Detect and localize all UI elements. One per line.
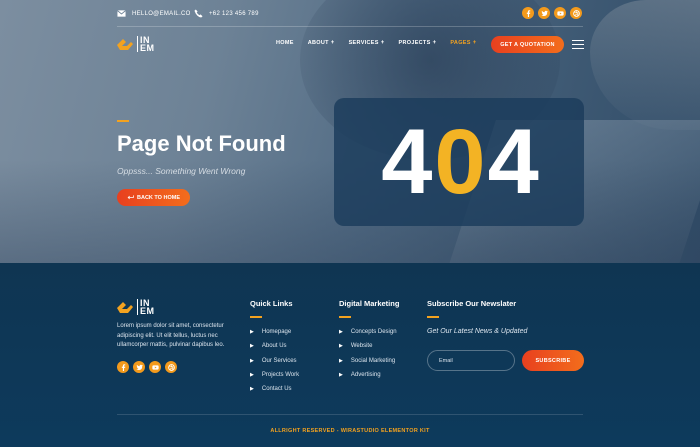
error-code-box: 4 0 4 xyxy=(334,98,584,226)
nav-item-pages[interactable]: PAGES + xyxy=(450,40,476,46)
logo-mark-icon xyxy=(117,301,133,313)
link-label: Advertising xyxy=(350,372,381,379)
logo-mark-icon xyxy=(117,38,133,50)
logo-wordmark: IN EM xyxy=(137,299,155,316)
hamburger-menu-icon[interactable] xyxy=(572,40,584,49)
twitter-icon[interactable] xyxy=(538,7,550,19)
twitter-icon[interactable] xyxy=(133,361,145,373)
phone-text: +62 123 456 789 xyxy=(209,10,259,17)
caret-right-icon: ▶ xyxy=(250,329,254,336)
email-text: HELLO@EMAIL.CO xyxy=(132,10,191,17)
column-accent-line xyxy=(427,316,439,318)
hamburger-line xyxy=(572,40,584,42)
error-digit: 4 xyxy=(487,111,539,213)
hamburger-line xyxy=(572,43,584,46)
footer-social xyxy=(117,361,177,373)
nav-item-projects[interactable]: PROJECTS + xyxy=(399,40,437,46)
nav-label: PAGES xyxy=(450,40,471,46)
mail-icon xyxy=(117,10,126,17)
link-label: Concepts Design xyxy=(350,329,397,336)
page-subtitle: Oppsss... Something Went Wrong xyxy=(117,166,246,176)
nav-item-about[interactable]: ABOUT + xyxy=(308,40,335,46)
dribbble-icon[interactable] xyxy=(165,361,177,373)
plus-icon: + xyxy=(432,40,437,46)
link-label: Social Marketing xyxy=(350,357,396,364)
link-label: Website xyxy=(350,343,373,350)
link-label: Our Services xyxy=(261,357,297,364)
logo[interactable]: IN EM xyxy=(117,36,155,53)
link-label: Homepage xyxy=(261,329,292,336)
nav-label: HOME xyxy=(276,40,294,46)
subscribe-button[interactable]: SUBSCRIBE xyxy=(522,350,584,371)
caret-right-icon: ▶ xyxy=(339,372,343,379)
column-accent-line xyxy=(250,316,262,318)
caret-right-icon: ▶ xyxy=(339,357,343,364)
hamburger-line xyxy=(572,47,584,49)
footer-link-website[interactable]: ▶ Website xyxy=(339,339,397,353)
return-arrow-icon xyxy=(127,195,134,200)
footer-link-about-us[interactable]: ▶ About Us xyxy=(250,339,299,353)
logo-text-bottom: EM xyxy=(140,43,155,53)
topbar-email[interactable]: HELLO@EMAIL.CO xyxy=(117,9,191,18)
error-digit: 4 xyxy=(381,111,432,213)
nav-item-home[interactable]: HOME xyxy=(276,40,294,46)
topbar-phone[interactable]: +62 123 456 789 xyxy=(194,9,259,18)
get-quotation-button[interactable]: GET A QUOTATION xyxy=(491,36,564,53)
footer-link-advertising[interactable]: ▶ Advertising xyxy=(339,368,397,382)
copyright-text: ALLRIGHT RESERVED - WIRASTUDIO ELEMENTOR… xyxy=(270,428,430,434)
footer-link-social-marketing[interactable]: ▶ Social Marketing xyxy=(339,354,397,368)
column-accent-line xyxy=(339,316,351,318)
nav-label: PROJECTS xyxy=(398,40,431,46)
back-to-home-button[interactable]: BACK TO HOME xyxy=(117,189,190,206)
footer-link-concepts-design[interactable]: ▶ Concepts Design xyxy=(339,325,397,339)
facebook-icon[interactable] xyxy=(522,7,534,19)
logo-wordmark: IN EM xyxy=(137,36,155,53)
topbar-social xyxy=(522,7,582,19)
facebook-icon[interactable] xyxy=(117,361,129,373)
link-label: Contact Us xyxy=(261,386,292,393)
caret-right-icon: ▶ xyxy=(250,357,254,364)
nav-item-services[interactable]: SERVICES + xyxy=(349,40,385,46)
error-digit: 0 xyxy=(434,111,485,213)
caret-right-icon: ▶ xyxy=(250,372,254,379)
plus-icon: + xyxy=(472,40,477,46)
caret-right-icon: ▶ xyxy=(250,386,254,393)
marketing-links-list: ▶ Concepts Design ▶ Website ▶ Social Market… xyxy=(339,325,397,382)
plus-icon: + xyxy=(330,40,335,46)
title-accent-line xyxy=(117,120,129,122)
plus-icon: + xyxy=(380,40,385,46)
link-label: About Us xyxy=(261,343,287,350)
footer-link-homepage[interactable]: ▶ Homepage xyxy=(250,325,299,339)
footer-link-contact-us[interactable]: ▶ Contact Us xyxy=(250,382,299,396)
caret-right-icon: ▶ xyxy=(339,343,343,350)
link-label: Projects Work xyxy=(261,372,300,379)
newsletter-subtitle: Get Our Latest News & Updated xyxy=(427,328,528,335)
page-title: Page Not Found xyxy=(117,131,286,156)
digital-marketing-title: Digital Marketing xyxy=(339,299,400,308)
main-nav: HOME ABOUT + SERVICES + PROJECTS + PAGES + xyxy=(276,40,477,46)
dribbble-icon[interactable] xyxy=(570,7,582,19)
footer-link-our-services[interactable]: ▶ Our Services xyxy=(250,354,299,368)
logo-text-bottom: EM xyxy=(140,306,155,316)
footer-about-text: Lorem ipsum dolor sit amet, consectetur … xyxy=(117,323,225,348)
back-to-home-label: BACK TO HOME xyxy=(137,194,180,201)
quick-links-title: Quick Links xyxy=(250,299,293,308)
footer-link-projects-work[interactable]: ▶ Projects Work xyxy=(250,368,299,382)
caret-right-icon: ▶ xyxy=(250,343,254,350)
footer-divider xyxy=(117,414,583,415)
nav-label: ABOUT xyxy=(307,40,329,46)
topbar-divider xyxy=(117,26,583,27)
caret-right-icon: ▶ xyxy=(339,329,343,336)
nav-label: SERVICES xyxy=(348,40,379,46)
footer-logo[interactable]: IN EM xyxy=(117,299,155,316)
youtube-icon[interactable] xyxy=(554,7,566,19)
quick-links-list: ▶ Homepage ▶ About Us ▶ Our Services ▶ Proje… xyxy=(250,325,299,396)
phone-icon xyxy=(194,9,203,18)
youtube-icon[interactable] xyxy=(149,361,161,373)
newsletter-email-input[interactable] xyxy=(427,350,515,371)
newsletter-title: Subscribe Our Newslater xyxy=(427,299,517,308)
topbar: HELLO@EMAIL.CO +62 123 456 789 xyxy=(0,0,700,27)
